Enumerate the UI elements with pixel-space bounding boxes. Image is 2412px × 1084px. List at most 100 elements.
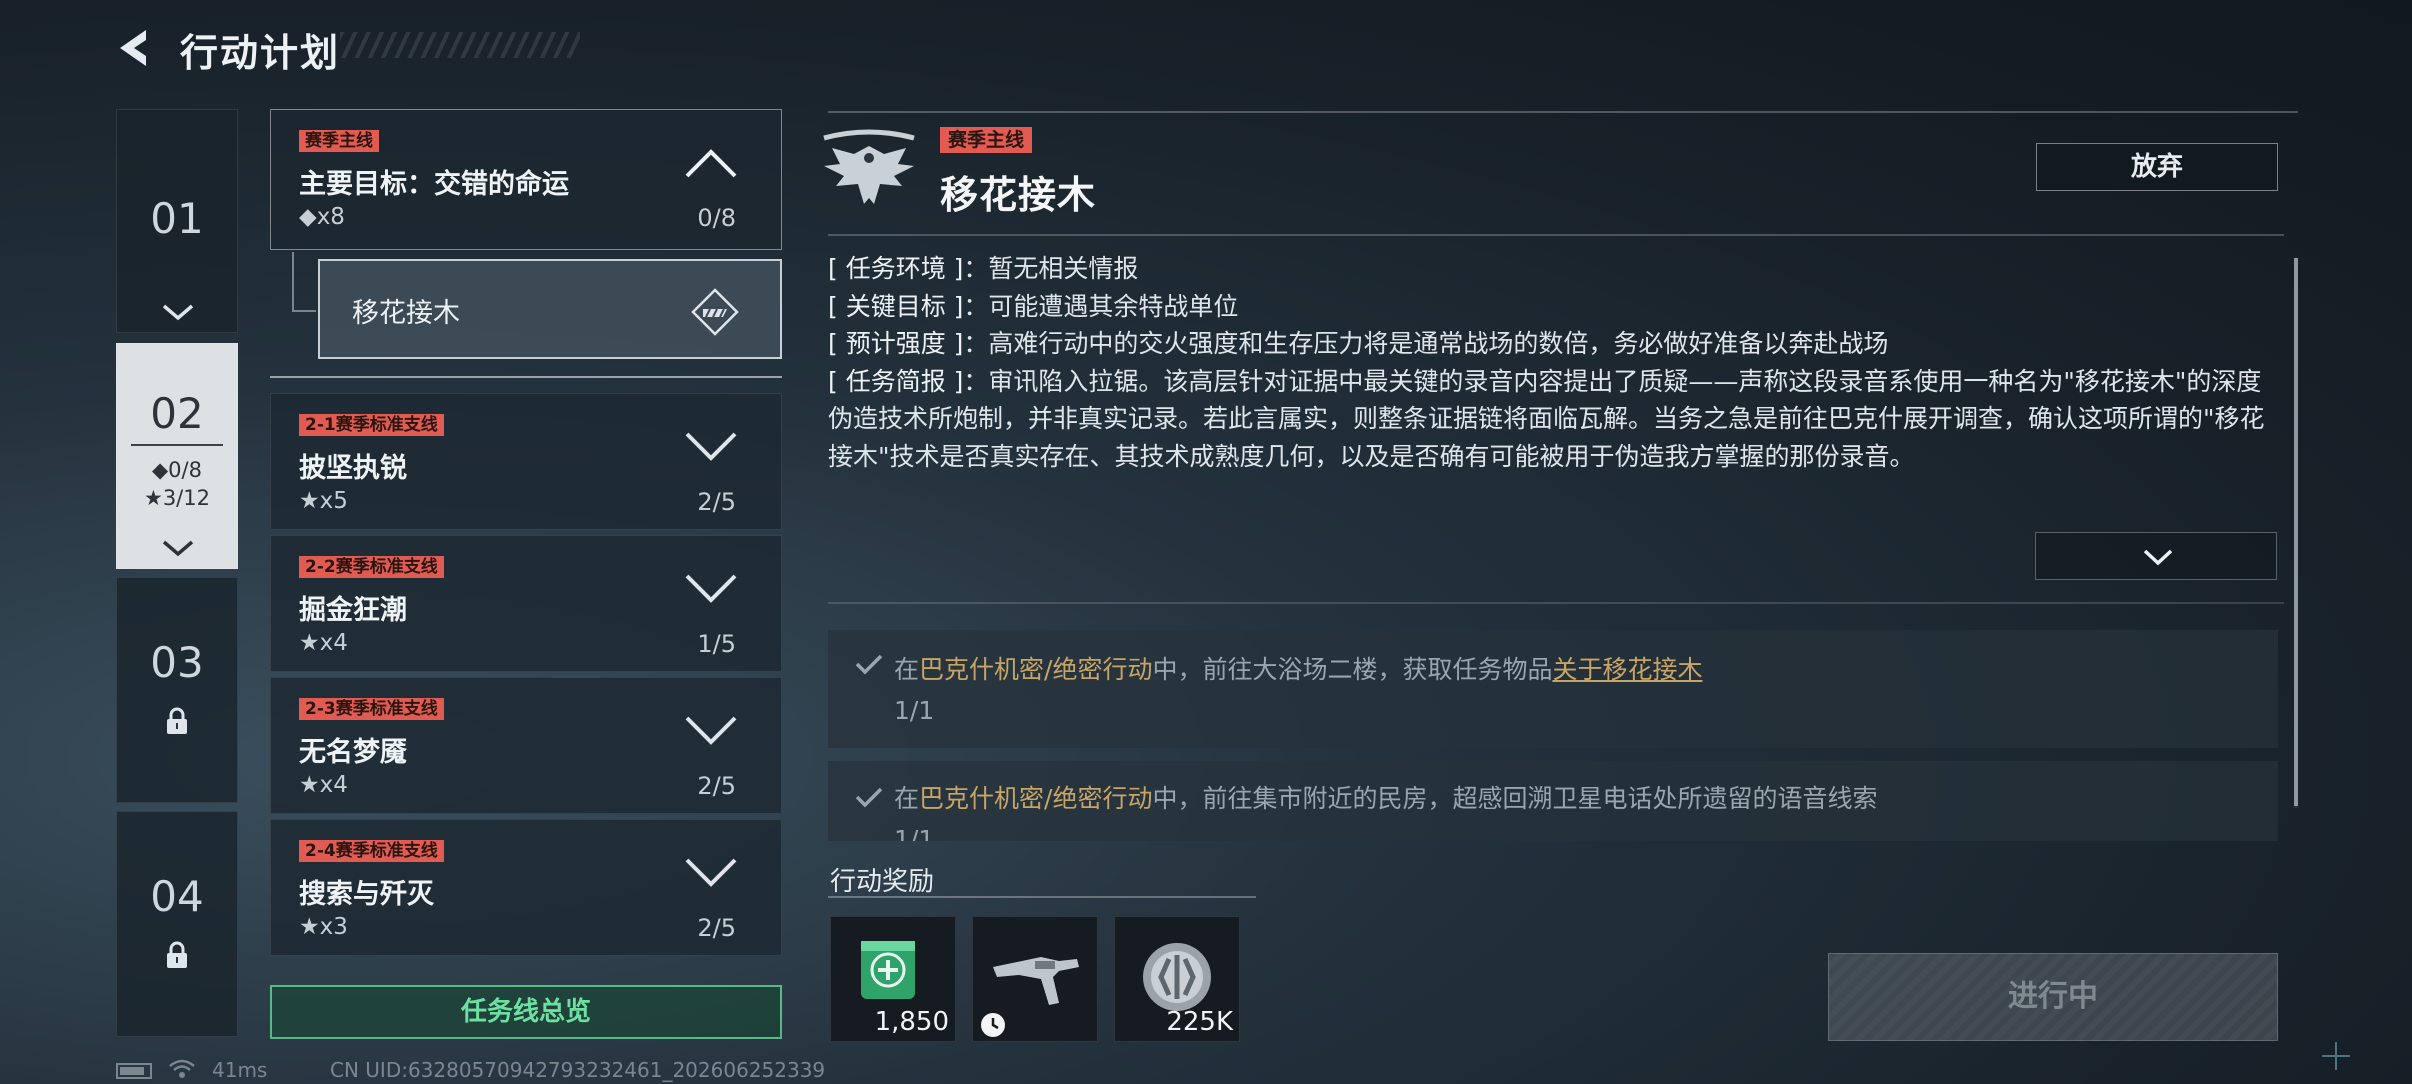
list-divider — [270, 376, 782, 378]
reward-item-2[interactable] — [972, 916, 1098, 1042]
rewards-label: 行动奖励 — [830, 867, 935, 897]
mission-info: [ 任务环境 ]：暂无相关情报 [ 关键目标 ]：可能遭遇其余特战单位 [ 预计… — [828, 250, 2268, 518]
rewards-rule — [828, 896, 1256, 898]
chapter-number: 02 — [150, 389, 204, 438]
chapter-progress-diamond: ◆0/8 — [152, 458, 202, 482]
info-separator: ： — [963, 366, 989, 396]
info-row-briefing: [ 任务简报 ]：审讯陷入拉锯。该高层针对证据中最关键的录音内容提出了质疑——声… — [828, 363, 2268, 476]
objective-text: 在巴克什机密/绝密行动中，前往大浴场二楼，获取任务物品关于移花接木 — [894, 655, 1703, 684]
eagle-emblem-icon — [823, 129, 915, 204]
quest-title: 披坚执锐 — [299, 453, 407, 484]
lock-icon — [167, 707, 187, 734]
detail-tag: 赛季主线 — [940, 127, 1033, 153]
info-key: [ 预计强度 ] — [828, 329, 964, 358]
chevron-down-icon[interactable] — [683, 570, 739, 604]
quest-title: 无名梦魇 — [299, 737, 407, 768]
quest-tag: 赛季主线 — [299, 130, 379, 152]
info-key: [ 任务简报 ] — [828, 366, 964, 396]
tree-connector — [292, 310, 316, 312]
scrollbar-thumb[interactable] — [2294, 258, 2298, 806]
detail-title: 移花接木 — [940, 173, 1097, 217]
user-uid: CN UID:63280570942793232461_202606252339 — [330, 1058, 826, 1082]
main-quest-card[interactable]: 赛季主线 主要目标：交错的命运 ◆x8 0/8 — [270, 109, 782, 250]
quest-reward: ★x5 — [299, 488, 348, 514]
clock-icon — [981, 1013, 1005, 1037]
objective-count: 1/1 — [894, 825, 935, 841]
info-row-intensity: [ 预计强度 ]：高难行动中的交火强度和生存压力将是通常战场的数倍，务必做好准备… — [828, 325, 2268, 363]
chevron-down-icon[interactable] — [683, 712, 739, 746]
chapter-tab-02[interactable]: 02 ◆0/8 ★3/12 — [116, 343, 238, 569]
quest-reward: ★x3 — [299, 914, 348, 940]
wifi-icon — [169, 1059, 195, 1078]
info-key: [ 任务环境 ] — [828, 254, 964, 283]
checkmark-icon — [855, 654, 883, 675]
quest-title: 主要目标：交错的命运 — [299, 169, 569, 200]
quest-progress: 2/5 — [697, 488, 736, 516]
side-quest-card-3[interactable]: 2-3赛季标准支线 无名梦魇 ★x4 2/5 — [270, 677, 782, 814]
side-quest-card-2[interactable]: 2-2赛季标准支线 掘金狂潮 ★x4 1/5 — [270, 535, 782, 672]
sub-quest-item[interactable]: 移花接木 — [318, 259, 782, 359]
objective-item-1: 在巴克什机密/绝密行动中，前往大浴场二楼，获取任务物品关于移花接木 1/1 — [828, 630, 2278, 748]
expand-info-button[interactable] — [2035, 532, 2277, 580]
objective-count: 1/1 — [894, 696, 935, 725]
info-row-environment: [ 任务环境 ]：暂无相关情报 — [828, 250, 2268, 288]
panel-top-rule — [828, 111, 2298, 113]
in-progress-button[interactable]: 进行中 — [1828, 953, 2278, 1041]
quest-title: 搜索与歼灭 — [299, 879, 434, 910]
info-key: [ 关键目标 ] — [828, 291, 964, 321]
info-value: 高难行动中的交火强度和生存压力将是通常战场的数倍，务必做好准备以奔赴战场 — [988, 329, 1889, 358]
chevron-down-icon[interactable] — [683, 854, 739, 888]
chevron-down-icon — [162, 540, 194, 557]
questline-overview-button[interactable]: 任务线总览 — [270, 985, 782, 1039]
plus-icon — [2322, 1042, 2350, 1070]
chapter-tab-03[interactable]: 03 — [116, 577, 238, 803]
quest-reward: ★x4 — [299, 772, 348, 798]
info-value: 审讯陷入拉锯。该高层针对证据中最关键的录音内容提出了质疑——声称这段录音系使用一… — [828, 366, 2265, 471]
location-highlight: 巴克什机密/绝密行动 — [919, 784, 1153, 813]
chevron-down-icon — [2143, 549, 2173, 566]
objective-text: 在巴克什机密/绝密行动中，前往集市附近的民房，超感回溯卫星电话处所遗留的语音线索 — [894, 784, 1878, 813]
quest-tag: 2-4赛季标准支线 — [299, 840, 444, 862]
chapter-number: 03 — [150, 638, 204, 687]
info-row-target: [ 关键目标 ]：可能遭遇其余特战单位 — [828, 288, 2268, 326]
chevron-down-icon[interactable] — [683, 428, 739, 462]
quest-tag: 2-1赛季标准支线 — [299, 414, 444, 436]
chapter-number: 04 — [150, 872, 204, 921]
reward-item-3[interactable]: 225K — [1114, 916, 1240, 1042]
checkmark-icon — [855, 787, 883, 808]
abandon-button[interactable]: 放弃 — [2036, 143, 2278, 191]
reward-item-1[interactable]: 1,850 — [830, 916, 956, 1042]
side-quest-card-1[interactable]: 2-1赛季标准支线 披坚执锐 ★x5 2/5 — [270, 393, 782, 530]
objectives-divider — [828, 602, 2284, 604]
quest-title: 掘金狂潮 — [299, 595, 407, 626]
quest-reward: ★x4 — [299, 630, 348, 656]
panel-divider — [828, 234, 2284, 236]
chevron-down-icon — [162, 304, 194, 321]
chevron-up-icon[interactable] — [683, 146, 739, 180]
side-quest-card-4[interactable]: 2-4赛季标准支线 搜索与歼灭 ★x3 2/5 — [270, 819, 782, 956]
silver-coin-icon — [1143, 943, 1211, 1011]
info-value: 可能遭遇其余特战单位 — [988, 291, 1239, 321]
chapter-tab-04[interactable]: 04 — [116, 811, 238, 1037]
green-badge-icon — [861, 941, 915, 999]
ping-readout: 41ms — [212, 1058, 268, 1082]
reward-value: 1,850 — [874, 1007, 949, 1037]
page-title: 行动计划 — [180, 31, 341, 75]
location-highlight: 巴克什机密/绝密行动 — [919, 655, 1153, 684]
item-link[interactable]: 关于移花接木 — [1552, 655, 1702, 684]
objective-item-2: 在巴克什机密/绝密行动中，前往集市附近的民房，超感回溯卫星电话处所遗留的语音线索… — [828, 761, 2278, 841]
quest-reward: ◆x8 — [299, 204, 345, 230]
lock-icon — [167, 941, 187, 968]
info-separator: ： — [963, 329, 989, 358]
quest-progress: 0/8 — [697, 204, 736, 232]
tree-connector — [292, 252, 294, 312]
info-separator: ： — [963, 291, 989, 321]
back-arrow-icon[interactable] — [112, 26, 154, 70]
quest-progress: 1/5 — [697, 630, 736, 658]
battery-icon — [116, 1063, 152, 1079]
sub-quest-label: 移花接木 — [352, 298, 460, 329]
quest-tag: 2-3赛季标准支线 — [299, 698, 444, 720]
chapter-tab-01[interactable]: 01 — [116, 109, 238, 333]
header-decoration — [340, 32, 580, 58]
reward-value: 225K — [1166, 1007, 1233, 1037]
